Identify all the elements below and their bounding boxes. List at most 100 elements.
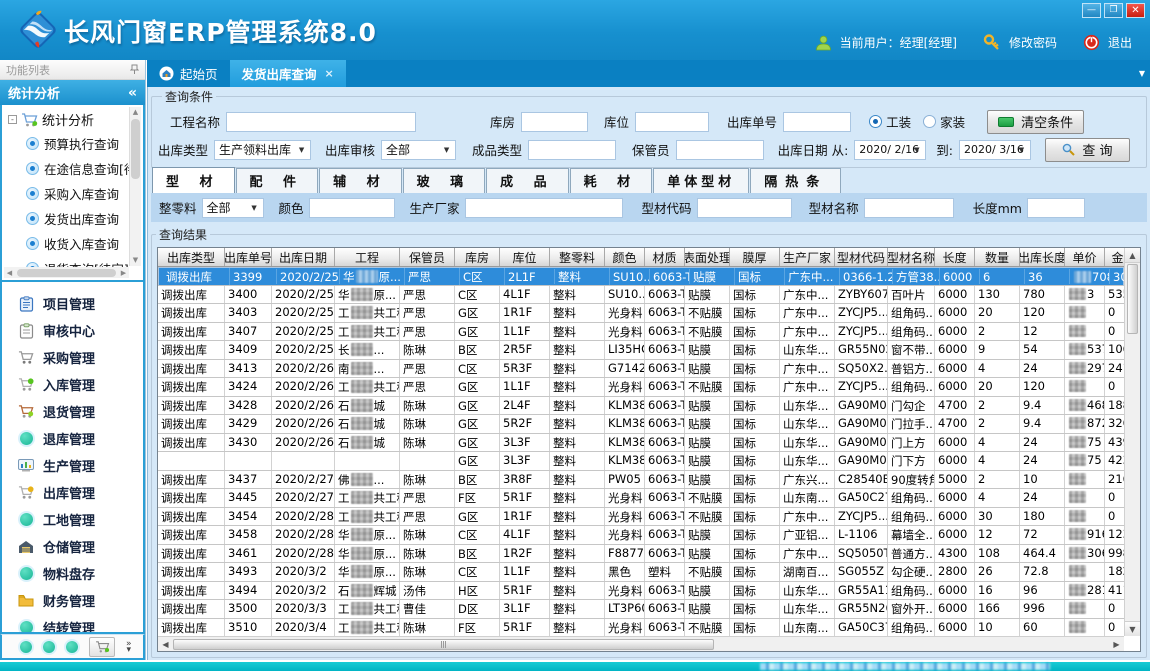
table-row[interactable]: 调拨出库34942020/3/2石辉城汤伟H区5R1F整料光身料6063-T5贴… [158, 582, 1124, 601]
column-header-11[interactable]: 膜厚 [730, 248, 780, 266]
tab-shipping-query[interactable]: 发货出库查询 × [230, 60, 346, 87]
sidebar-menu-item-9[interactable]: 仓储管理 [2, 533, 143, 560]
table-row[interactable]: 调拨出库34582020/2/28华原...陈琳C区4L1F整料光身料6063-… [158, 526, 1124, 545]
tab-close-icon[interactable]: × [325, 67, 334, 80]
column-header-2[interactable]: 出库日期 [272, 248, 335, 266]
table-row[interactable]: 调拨出库34282020/2/26石城陈琳G区2L4F整料KLM38176063… [158, 397, 1124, 416]
tree-horizontal-scrollbar[interactable]: ◀ ▶ [4, 267, 129, 278]
scroll-left-icon[interactable]: ◀ [158, 640, 173, 649]
work-decoration-label[interactable]: 工装 [886, 112, 911, 131]
tree-item-1[interactable]: 在途信息查询[待 [4, 156, 129, 181]
more-menus-button[interactable]: »▾ [126, 641, 132, 653]
logout-link[interactable]: 退出 [1108, 34, 1132, 51]
column-header-14[interactable]: 型材名称 [888, 248, 935, 266]
table-row[interactable]: 调拨出库35002020/3/3工共工程曹佳D区3L1F整料LT3P606063… [158, 600, 1124, 619]
date-from-select[interactable]: 2020/ 2/16▼ [854, 140, 926, 160]
outbound-type-select[interactable]: 生产领料出库▼ [214, 140, 311, 160]
sidebar-menu-item-0[interactable]: 项目管理 [2, 290, 143, 317]
column-header-19[interactable]: 金 [1105, 248, 1124, 266]
tree-vertical-scrollbar[interactable]: ▲ ▼ [129, 107, 141, 266]
grid-horizontal-scrollbar[interactable]: ◀ ▶ [158, 636, 1124, 651]
table-row[interactable]: 调拨出库34932020/3/2华原...陈琳C区1L1F整料黑色塑料不贴膜国标… [158, 563, 1124, 582]
clear-conditions-button[interactable]: 清空条件 [987, 110, 1084, 134]
warehouse-input[interactable] [521, 112, 588, 132]
material-tab-4[interactable]: 成 品 [486, 168, 569, 193]
column-header-1[interactable]: 出库单号 [225, 248, 272, 266]
project-name-input[interactable] [226, 112, 416, 132]
tree-item-0[interactable]: 预算执行查询 [4, 131, 129, 156]
product-type-input[interactable] [528, 140, 616, 160]
manufacturer-input[interactable] [465, 198, 623, 218]
sidebar-section-statistics[interactable]: 统计分析 « [0, 80, 145, 105]
column-header-5[interactable]: 库房 [455, 248, 500, 266]
sidebar-menu-item-5[interactable]: 退库管理 [2, 425, 143, 452]
table-row[interactable]: 调拨出库34612020/2/28华原...陈琳B区1R2F整料F8877FT6… [158, 545, 1124, 564]
sidebar-menu-item-7[interactable]: 出库管理 [2, 479, 143, 506]
sidebar-menu-item-11[interactable]: 财务管理 [2, 587, 143, 614]
column-header-3[interactable]: 工程 [335, 248, 400, 266]
sidebar-menu-item-10[interactable]: 物料盘存 [2, 560, 143, 587]
order-no-input[interactable] [783, 112, 851, 132]
table-row[interactable]: 调拨出库34092020/2/25长...陈琳B区2R5F整料LI35HO606… [158, 341, 1124, 360]
home-decoration-radio[interactable] [923, 115, 936, 128]
sidebar-menu-item-4[interactable]: 退货管理 [2, 398, 143, 425]
sidebar-menu-item-1[interactable]: 审核中心 [2, 317, 143, 344]
sidebar-menu-item-6[interactable]: 生产管理 [2, 452, 143, 479]
cart-tool-button[interactable] [89, 637, 115, 657]
close-button[interactable]: ✕ [1126, 3, 1145, 18]
column-header-12[interactable]: 生产厂家 [780, 248, 835, 266]
tree-item-4[interactable]: 收货入库查询 [4, 231, 129, 256]
maximize-button[interactable]: ❐ [1104, 3, 1123, 18]
hscroll-thumb[interactable] [173, 639, 714, 650]
quick-dot-icon[interactable] [66, 641, 78, 653]
scroll-down-icon[interactable]: ▼ [1125, 621, 1140, 636]
profile-name-input[interactable] [864, 198, 954, 218]
column-header-13[interactable]: 型材代码 [835, 248, 888, 266]
work-decoration-radio[interactable] [869, 115, 882, 128]
tree-root-node[interactable]: - 统计分析 [4, 107, 129, 131]
profile-code-input[interactable] [697, 198, 792, 218]
sidebar-menu-item-12[interactable]: 结转管理 [2, 614, 143, 634]
vscroll-thumb[interactable] [1127, 264, 1138, 334]
column-header-17[interactable]: 出库长度 [1020, 248, 1065, 266]
column-header-15[interactable]: 长度 [935, 248, 975, 266]
table-row[interactable]: 调拨出库33992020/2/25华原...严思C区2L1F整料SU10...6… [158, 267, 1124, 286]
tree-item-2[interactable]: 采购入库查询 [4, 181, 129, 206]
scroll-up-icon[interactable]: ▲ [130, 107, 141, 118]
column-header-7[interactable]: 整零料 [550, 248, 605, 266]
search-button[interactable]: 查 询 [1045, 138, 1130, 162]
home-decoration-label[interactable]: 家装 [940, 112, 965, 131]
audit-select[interactable]: 全部▼ [381, 140, 456, 160]
scroll-down-icon[interactable]: ▼ [130, 255, 141, 266]
tab-home[interactable]: 起始页 [147, 60, 230, 87]
part-select[interactable]: 全部▼ [202, 198, 264, 218]
material-tab-3[interactable]: 玻 璃 [403, 168, 486, 193]
column-header-16[interactable]: 数量 [975, 248, 1020, 266]
date-to-select[interactable]: 2020/ 3/16▼ [959, 140, 1031, 160]
material-tab-6[interactable]: 单体型材 [653, 168, 749, 193]
material-tab-7[interactable]: 隔热条 [750, 168, 841, 193]
material-tab-1[interactable]: 配 件 [236, 168, 319, 193]
column-header-8[interactable]: 颜色 [605, 248, 645, 266]
sidebar-menu-item-3[interactable]: 入库管理 [2, 371, 143, 398]
collapse-icon[interactable]: « [128, 85, 137, 101]
table-row[interactable]: 调拨出库34132020/2/26南...严思C区5R3F整料G71422606… [158, 360, 1124, 379]
sidebar-menu-item-8[interactable]: 工地管理 [2, 506, 143, 533]
color-input[interactable] [309, 198, 395, 218]
scroll-right-icon[interactable]: ▶ [118, 269, 129, 277]
column-header-6[interactable]: 库位 [500, 248, 550, 266]
quick-dot-icon[interactable] [20, 641, 32, 653]
material-tab-0[interactable]: 型 材 [152, 167, 235, 193]
keeper-input[interactable] [676, 140, 764, 160]
tree-expander-icon[interactable]: - [8, 115, 17, 124]
column-header-18[interactable]: 单价 [1065, 248, 1105, 266]
table-row[interactable]: 调拨出库34242020/2/26工共工程严思G区1L1F整料光身料6063-T… [158, 378, 1124, 397]
column-header-10[interactable]: 表面处理 [685, 248, 730, 266]
table-row[interactable]: 调拨出库34372020/2/27佛...陈琳B区3R8F整料PW056063-… [158, 471, 1124, 490]
scroll-right-icon[interactable]: ▶ [1109, 640, 1124, 649]
quick-dot-icon[interactable] [43, 641, 55, 653]
table-row[interactable]: 调拨出库34032020/2/25工共工程严思G区1R1F整料光身料6063-T… [158, 304, 1124, 323]
table-row[interactable]: 调拨出库35102020/3/4工共工程陈琳F区5R1F整料光身料6063-T5… [158, 619, 1124, 637]
location-input[interactable] [635, 112, 709, 132]
material-tab-2[interactable]: 辅 材 [319, 168, 402, 193]
